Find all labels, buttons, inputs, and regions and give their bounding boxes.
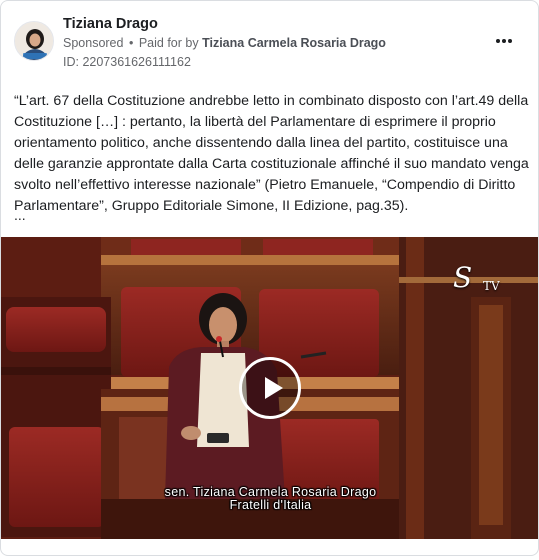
channel-logo: S	[453, 261, 473, 294]
video-player[interactable]: S TV sen. Tiziana Carmela Rosaria Drago …	[1, 237, 538, 539]
more-dot	[508, 39, 512, 43]
avatar-image	[15, 22, 53, 60]
see-more-link[interactable]: ...	[14, 207, 26, 223]
meta-separator: •	[128, 36, 134, 50]
post-header: Tiziana Drago Sponsored • Paid for by Ti…	[1, 1, 538, 81]
play-icon	[265, 377, 283, 399]
more-options-button[interactable]	[492, 31, 516, 51]
more-horizontal-icon	[496, 39, 500, 43]
channel-logo-suffix: TV	[483, 279, 500, 293]
post-body-text: “L’art. 67 della Costituzione andrebbe l…	[14, 93, 529, 214]
ad-card: Tiziana Drago Sponsored • Paid for by Ti…	[0, 0, 539, 556]
video-caption: sen. Tiziana Carmela Rosaria Drago Frate…	[1, 485, 538, 512]
more-dot	[502, 39, 506, 43]
payer-name: Tiziana Carmela Rosaria Drago	[202, 36, 386, 50]
avatar[interactable]	[14, 21, 54, 61]
caption-speaker-name: sen. Tiziana Carmela Rosaria Drago	[164, 485, 377, 499]
sponsored-info: Sponsored • Paid for by Tiziana Carmela …	[63, 36, 386, 50]
caption-party: Fratelli d'Italia	[229, 498, 312, 512]
page-name-link[interactable]: Tiziana Drago	[63, 16, 158, 32]
sponsored-label: Sponsored	[63, 36, 124, 50]
ad-id: ID: 2207361626111162	[63, 55, 191, 69]
play-button[interactable]	[239, 357, 301, 419]
paid-for-prefix: Paid for by	[138, 36, 199, 50]
